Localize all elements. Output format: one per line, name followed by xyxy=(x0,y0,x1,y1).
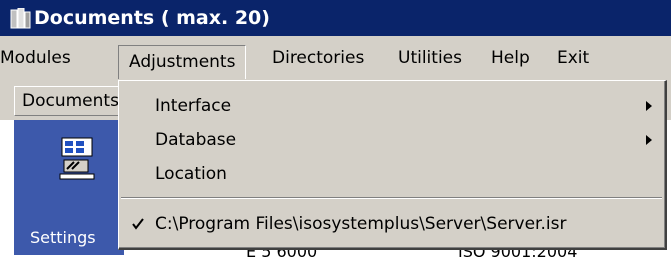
sidebar-item-settings[interactable]: Settings xyxy=(30,228,96,247)
menu-adjustments[interactable]: Adjustments xyxy=(118,45,247,79)
submenu-arrow-icon xyxy=(646,101,652,111)
menu-item-server-path[interactable]: C:\Program Files\isosystemplus\Server\Se… xyxy=(119,207,664,241)
submenu-arrow-icon xyxy=(646,135,652,145)
menu-modules[interactable]: Modules xyxy=(0,43,71,73)
menu-item-interface-label: Interface xyxy=(155,96,232,116)
menu-help[interactable]: Help xyxy=(491,43,530,73)
checkmark-icon xyxy=(132,218,144,230)
menu-item-interface[interactable]: Interface xyxy=(119,89,664,123)
settings-icon[interactable] xyxy=(58,136,98,180)
adjustments-dropdown: Interface Database Location C:\Program F… xyxy=(118,80,667,250)
menu-item-location-label: Location xyxy=(155,164,227,184)
menu-separator xyxy=(121,197,662,199)
window-title: Documents ( max. 20) xyxy=(34,7,270,29)
menu-utilities[interactable]: Utilities xyxy=(398,43,462,73)
menu-item-database[interactable]: Database xyxy=(119,123,664,157)
documents-app-icon xyxy=(10,8,31,29)
menu-exit[interactable]: Exit xyxy=(557,43,589,73)
title-bar: Documents ( max. 20) xyxy=(0,0,671,36)
menu-directories[interactable]: Directories xyxy=(272,43,364,73)
menu-bar: Modules Adjustments Directories Utilitie… xyxy=(0,36,671,80)
menu-item-database-label: Database xyxy=(155,130,237,150)
menu-item-server-path-label: C:\Program Files\isosystemplus\Server\Se… xyxy=(155,214,567,234)
menu-item-location[interactable]: Location xyxy=(119,157,664,191)
